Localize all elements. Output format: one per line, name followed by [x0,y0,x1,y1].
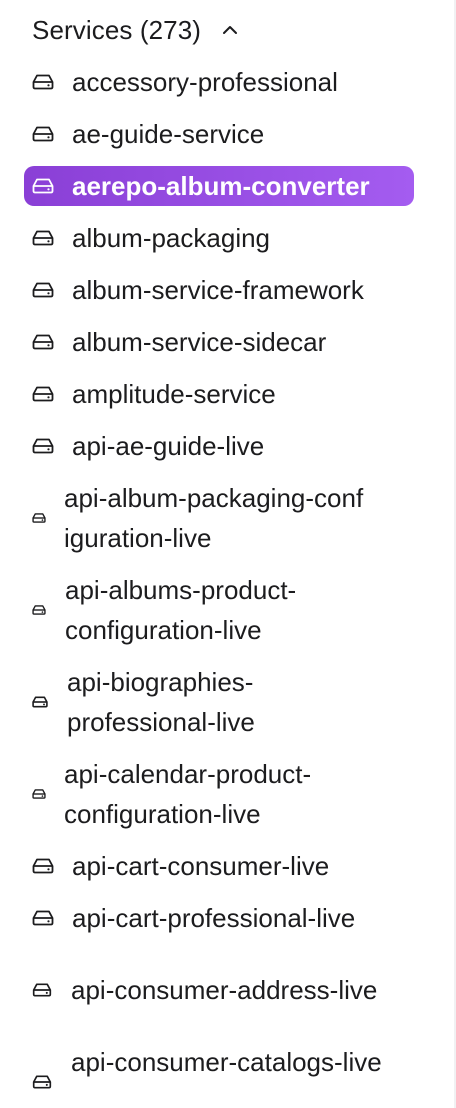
service-item-api-album-packaging-configuration-live[interactable]: api-album-packaging-configuration-live [32,478,372,558]
drive-icon [32,513,46,523]
service-item-label: api-biographies-professional-live [67,667,255,737]
service-item-label: amplitude-service [72,379,276,409]
services-section-title: Services (273) [32,14,202,45]
drive-icon [32,983,52,997]
service-item-label: api-consumer-catalogs-live [71,1047,382,1077]
drive-icon [32,858,54,874]
service-item-label: album-packaging [72,223,271,253]
service-item-label: album-service-sidecar [72,327,327,357]
service-item-label: api-consumer-address-live [71,975,378,1005]
drive-icon [32,126,54,142]
service-item-accessory-professional[interactable]: accessory-professional [32,62,338,102]
service-item-label: album-service-framework [72,275,364,305]
service-item-api-consumer-catalogs-live[interactable]: api-consumer-catalogs-live [32,1042,392,1108]
service-item-api-consumer-address-live[interactable]: api-consumer-address-live [32,950,392,1030]
drive-icon [32,696,48,708]
service-item-album-service-framework[interactable]: album-service-framework [32,270,364,310]
service-item-album-packaging[interactable]: album-packaging [32,218,270,258]
drive-icon [32,230,54,246]
service-item-label: api-cart-professional-live [72,903,356,933]
service-item-label: accessory-professional [72,67,338,97]
service-item-api-albums-product-configuration-live[interactable]: api-albums-product-configuration-live [32,570,372,650]
service-item-api-cart-professional-live[interactable]: api-cart-professional-live [32,898,355,938]
drive-icon [32,386,54,402]
service-item-label: api-album-packaging-configuration-live [64,483,364,553]
service-item-label: api-calendar-product-configuration-live [64,759,312,829]
drive-icon [32,74,54,90]
service-item-api-biographies-professional-live[interactable]: api-biographies-professional-live [32,662,372,742]
services-section-header[interactable]: Services (273) [32,10,239,50]
service-item-album-service-sidecar[interactable]: album-service-sidecar [32,322,326,362]
chevron-up-icon[interactable] [221,21,239,39]
service-item-api-ae-guide-live[interactable]: api-ae-guide-live [32,426,264,466]
service-item-label: ae-guide-service [72,119,265,149]
service-item-api-cart-consumer-live[interactable]: api-cart-consumer-live [32,846,329,886]
drive-icon [32,438,54,454]
drive-icon [32,910,54,926]
service-item-aerepo-album-converter[interactable]: aerepo-album-converter [24,166,414,206]
service-item-amplitude-service[interactable]: amplitude-service [32,374,276,414]
service-item-label: aerepo-album-converter [72,171,370,201]
drive-icon [32,282,54,298]
drive-icon [32,334,54,350]
service-item-label: api-albums-product-configuration-live [65,575,297,645]
drive-icon [32,1075,52,1089]
service-item-api-calendar-product-configuration-live[interactable]: api-calendar-product-configuration-live [32,754,372,834]
service-item-label: api-cart-consumer-live [72,851,330,881]
drive-icon [32,605,46,615]
service-item-ae-guide-service[interactable]: ae-guide-service [32,114,264,154]
drive-icon [32,178,54,194]
service-item-label: api-ae-guide-live [72,431,265,461]
drive-icon [32,789,46,799]
